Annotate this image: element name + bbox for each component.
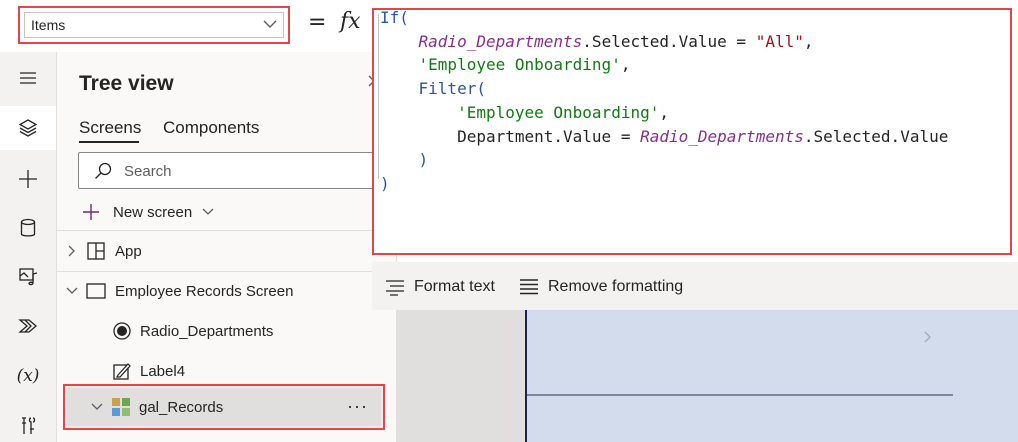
tree-node-radio[interactable]: Radio_Departments (57, 312, 397, 350)
plus-icon (83, 204, 99, 220)
tree-node-gallery[interactable]: gal_Records ··· (63, 384, 385, 430)
design-canvas[interactable] (397, 310, 1018, 442)
left-icon-rail: (x) (0, 52, 57, 442)
indent-guide (378, 14, 379, 179)
property-dropdown-value: Items (31, 17, 66, 33)
divider (57, 230, 397, 231)
format-toolbar: Format text Remove formatting (372, 262, 1018, 310)
power-automate-icon[interactable] (0, 304, 56, 348)
more-options-button[interactable]: ··· (347, 396, 368, 417)
chevron-down-icon (91, 403, 103, 410)
chevron-right-icon (924, 331, 931, 343)
search-placeholder: Search (124, 163, 172, 180)
hamburger-icon[interactable] (0, 56, 56, 100)
chevron-down-icon (263, 20, 277, 28)
tree-node-screen[interactable]: Employee Records Screen (57, 272, 397, 310)
tree-node-app[interactable]: App (57, 232, 397, 270)
power-apps-studio: Items = fx (x) Tree view Screens Compone… (0, 0, 1018, 442)
search-icon (95, 162, 112, 179)
fx-icon: fx (340, 9, 361, 34)
new-screen-button[interactable]: New screen (81, 200, 215, 224)
gallery-separator (527, 394, 953, 396)
tree-node-gallery-row: gal_Records ··· (65, 388, 383, 426)
screen-icon (86, 283, 106, 299)
remove-formatting-button[interactable]: Remove formatting (518, 276, 683, 298)
format-text-icon (386, 280, 404, 296)
variables-icon[interactable]: (x) (0, 354, 56, 398)
media-icon[interactable] (0, 254, 56, 298)
database-icon[interactable] (0, 206, 56, 250)
search-input[interactable]: Search (78, 152, 398, 189)
tab-components[interactable]: Components (163, 118, 259, 138)
new-screen-label: New screen (113, 203, 193, 221)
layers-icon[interactable] (0, 106, 56, 150)
chevron-down-icon (202, 208, 214, 215)
tools-icon[interactable] (0, 404, 56, 442)
equals-sign: = (308, 10, 327, 35)
formula-code: If( Radio_Departments.Selected.Value = "… (380, 8, 949, 193)
plus-icon[interactable] (0, 157, 56, 201)
chevron-right-icon (68, 245, 75, 257)
property-dropdown[interactable]: Items (18, 6, 290, 44)
tab-screens[interactable]: Screens (79, 118, 141, 138)
active-tab-indicator (79, 141, 139, 143)
tree-view-panel: Tree view Screens Components Search New … (57, 52, 398, 442)
radio-icon (113, 322, 131, 340)
gallery-icon (112, 398, 130, 416)
app-icon (87, 242, 105, 260)
screen-canvas[interactable] (525, 310, 1018, 442)
chevron-down-icon (66, 287, 78, 294)
remove-formatting-icon (520, 279, 538, 295)
tree-view-title: Tree view (79, 72, 174, 95)
formula-editor[interactable]: If( Radio_Departments.Selected.Value = "… (372, 8, 1012, 255)
label-icon (113, 363, 131, 380)
format-text-button[interactable]: Format text (384, 276, 495, 298)
